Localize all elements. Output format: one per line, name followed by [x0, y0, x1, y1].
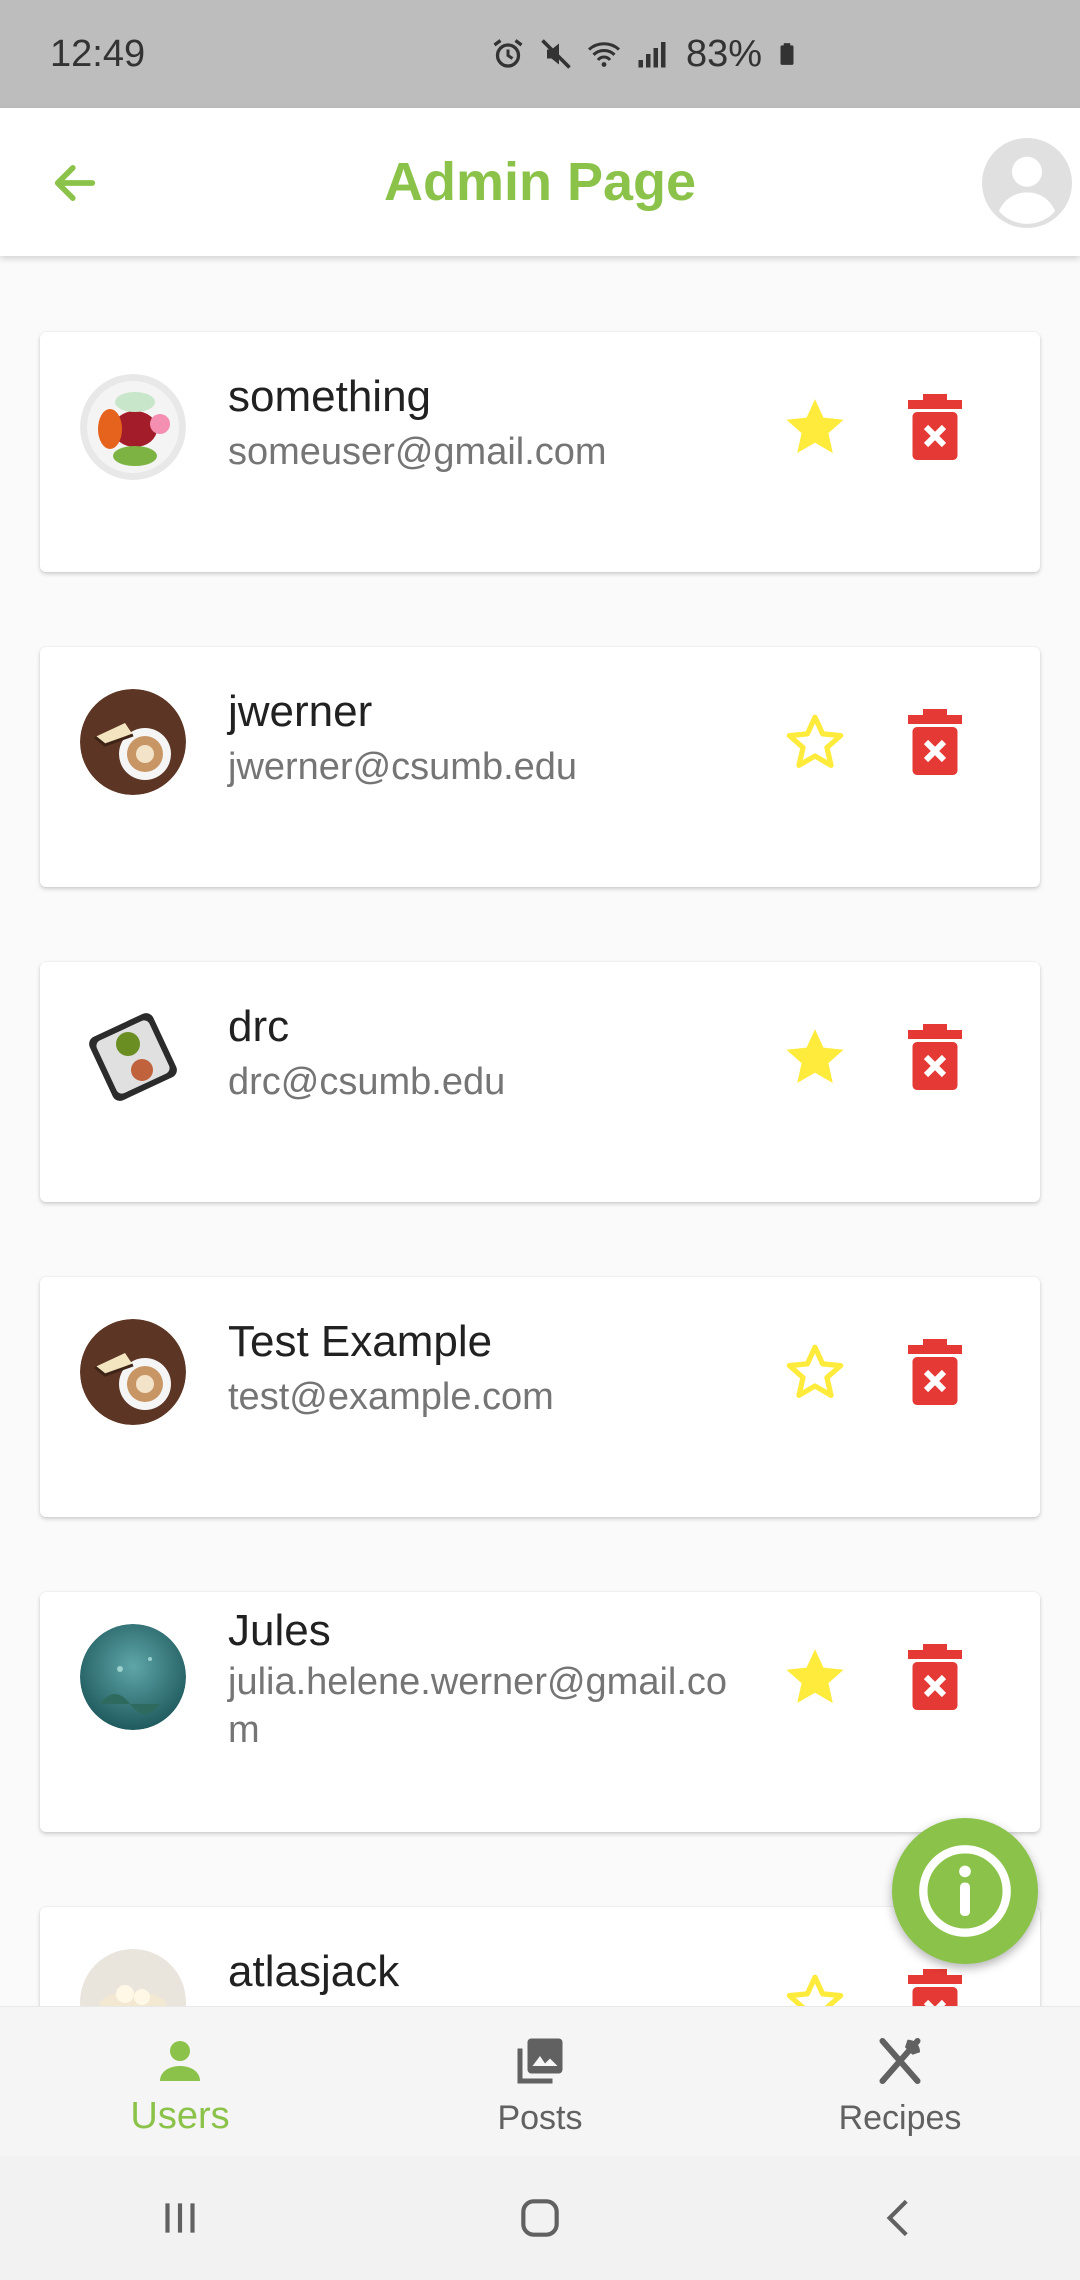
bottom-navigation: Users Posts Recipes	[0, 2006, 1080, 2156]
user-card[interactable]: drc drc@csumb.edu	[40, 962, 1040, 1202]
alarm-icon	[493, 39, 523, 68]
system-navigation-bar	[0, 2156, 1080, 2280]
star-outline-icon	[786, 1974, 844, 2006]
delete-user-button[interactable]	[908, 1644, 962, 1710]
utensils-icon	[879, 2038, 921, 2084]
status-icons: 83%	[490, 0, 800, 108]
person-icon	[160, 2041, 200, 2081]
wifi-icon	[588, 42, 620, 67]
delete-user-button[interactable]	[908, 1024, 962, 1090]
delete-user-button[interactable]	[908, 1969, 962, 2006]
nav-label: Recipes	[838, 2099, 962, 2137]
meal-tray-photo	[80, 1004, 186, 1110]
recents-icon	[165, 2203, 195, 2233]
nav-item-posts[interactable]: Posts	[360, 2007, 720, 2156]
user-avatar	[80, 1949, 186, 2006]
star-outline-icon	[786, 714, 844, 768]
user-list: something someuser@gmail.com jwerner jwe…	[0, 256, 1080, 2006]
profile-avatar-button[interactable]	[982, 138, 1072, 228]
user-card[interactable]: jwerner jwerner@csumb.edu	[40, 647, 1040, 887]
account-circle-icon	[982, 138, 1072, 228]
cake-and-coffee-photo	[80, 1319, 186, 1425]
screen: 12:49 83% Admin Page something someuser@…	[0, 0, 1080, 2280]
user-name: jwerner	[228, 687, 373, 736]
user-avatar	[80, 1004, 186, 1110]
user-email: someuser@gmail.com	[228, 431, 607, 473]
delete-icon	[908, 709, 962, 775]
info-icon	[919, 1845, 1011, 1937]
delete-icon	[908, 1969, 962, 2006]
star-button[interactable]	[780, 1022, 850, 1092]
delete-icon	[908, 394, 962, 460]
star-filled-icon	[786, 399, 844, 453]
delete-icon	[908, 1024, 962, 1090]
star-filled-icon	[786, 1029, 844, 1083]
user-avatar	[80, 1624, 186, 1730]
user-avatar	[80, 374, 186, 480]
user-card[interactable]: Test Example test@example.com	[40, 1277, 1040, 1517]
cake-and-coffee-photo	[80, 689, 186, 795]
app-bar: Admin Page	[0, 108, 1080, 256]
user-email: julia.helene.werner@gmail.com	[228, 1661, 728, 1751]
nav-item-recipes[interactable]: Recipes	[720, 2007, 1080, 2156]
status-time: 12:49	[50, 32, 146, 75]
cake-photo	[80, 1949, 186, 2006]
nav-label: Users	[130, 2095, 230, 2137]
mute-icon	[541, 39, 571, 69]
status-bar: 12:49 83%	[0, 0, 1080, 108]
user-name: Test Example	[228, 1317, 493, 1366]
recents-button[interactable]	[140, 2178, 220, 2258]
user-card[interactable]: Jules julia.helene.werner@gmail.com	[40, 1592, 1040, 1832]
nav-label: Posts	[497, 2099, 583, 2137]
salad-bowl-photo	[80, 374, 186, 480]
delete-user-button[interactable]	[908, 1339, 962, 1405]
star-button[interactable]	[780, 392, 850, 462]
star-button[interactable]	[780, 707, 850, 777]
delete-user-button[interactable]	[908, 709, 962, 775]
photo-icon	[517, 2038, 563, 2084]
user-email: drc@csumb.edu	[228, 1061, 506, 1103]
star-button[interactable]	[780, 1967, 850, 2006]
star-outline-icon	[786, 1344, 844, 1398]
user-card[interactable]: something someuser@gmail.com	[40, 332, 1040, 572]
home-button[interactable]	[500, 2178, 580, 2258]
back-icon	[886, 2199, 908, 2237]
signal-icon	[638, 42, 666, 68]
user-email: test@example.com	[228, 1376, 554, 1418]
user-name: drc	[228, 1002, 290, 1051]
user-name: something	[228, 372, 432, 421]
user-name: atlasjack	[228, 1947, 400, 1996]
battery-percent: 83%	[686, 32, 763, 75]
star-filled-icon	[786, 1649, 844, 1703]
user-name: Jules	[228, 1606, 331, 1655]
star-button[interactable]	[780, 1642, 850, 1712]
battery-icon	[780, 43, 794, 65]
info-fab-button[interactable]	[892, 1818, 1038, 1964]
nav-item-users[interactable]: Users	[0, 2007, 360, 2156]
delete-user-button[interactable]	[908, 394, 962, 460]
system-back-button[interactable]	[860, 2178, 940, 2258]
user-card[interactable]: atlasjack	[40, 1907, 1040, 2006]
aquarium-photo	[80, 1624, 186, 1730]
delete-icon	[908, 1339, 962, 1405]
home-icon	[521, 2199, 559, 2237]
user-avatar	[80, 689, 186, 795]
user-email: jwerner@csumb.edu	[228, 746, 578, 788]
star-button[interactable]	[780, 1337, 850, 1407]
user-avatar	[80, 1319, 186, 1425]
delete-icon	[908, 1644, 962, 1710]
page-title: Admin Page	[383, 152, 697, 212]
